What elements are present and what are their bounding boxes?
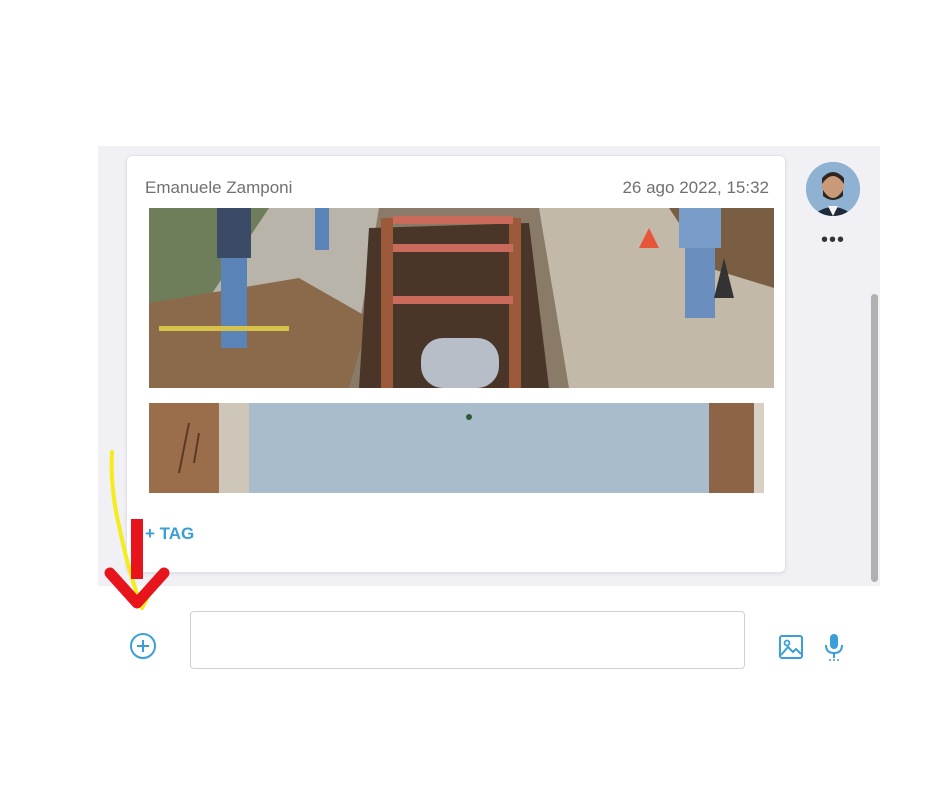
- message-timestamp: 26 ago 2022, 15:32: [622, 178, 769, 197]
- scrollbar[interactable]: [871, 294, 878, 582]
- excavation-trench-photo[interactable]: [149, 208, 774, 388]
- image-icon[interactable]: [778, 634, 804, 660]
- message-input[interactable]: [190, 611, 745, 669]
- trench-wall-photo[interactable]: [149, 403, 764, 493]
- more-options-icon[interactable]: •••: [819, 230, 847, 250]
- message-author: Emanuele Zamponi: [145, 178, 293, 197]
- add-tag-button[interactable]: + TAG: [145, 524, 194, 544]
- plus-circle-icon[interactable]: [129, 632, 157, 660]
- user-avatar[interactable]: [806, 162, 860, 216]
- message-card: Emanuele Zamponi 26 ago 2022, 15:32 + TA…: [126, 155, 786, 573]
- microphone-icon[interactable]: [823, 632, 845, 662]
